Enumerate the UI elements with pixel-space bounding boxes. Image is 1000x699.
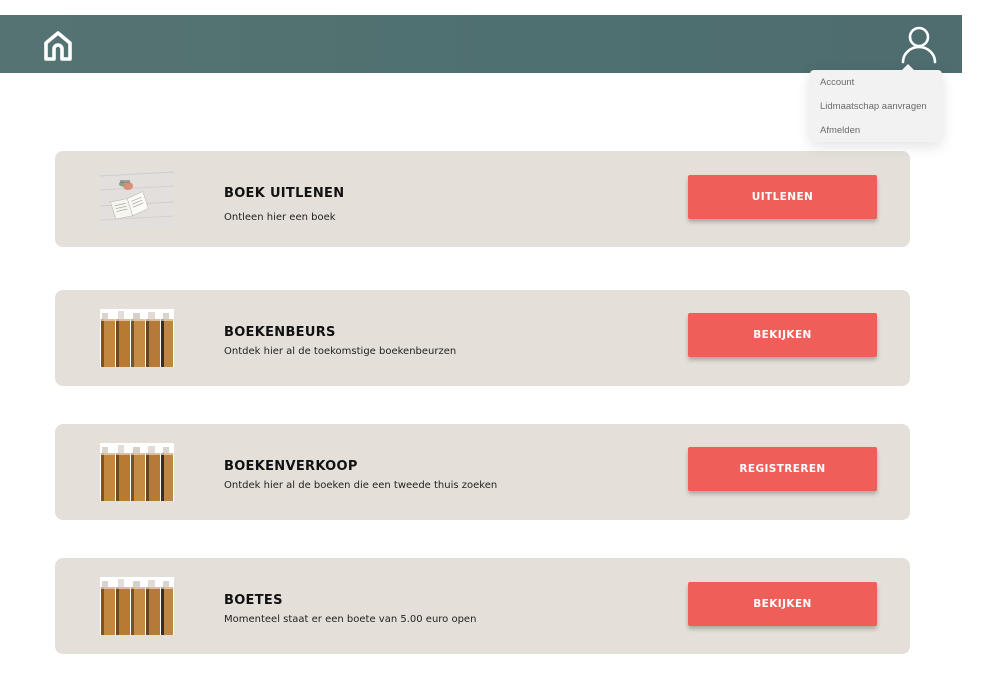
menu-item-logout[interactable]: Afmelden (820, 125, 860, 136)
card-book-fair: BOEKENBEURS Ontdek hier al de toekomstig… (55, 290, 910, 386)
menu-item-account[interactable]: Account (820, 77, 854, 88)
card-description: Momenteel staat er een boete van 5.00 eu… (224, 614, 477, 625)
top-nav-bar (0, 15, 962, 73)
card-book-sale: BOEKENVERKOOP Ontdek hier al de boeken d… (55, 424, 910, 520)
card-borrow-book: BOEK UITLENEN Ontleen hier een boek UITL… (55, 151, 910, 247)
card-description: Ontdek hier al de boeken die een tweede … (224, 480, 498, 491)
view-book-fairs-button[interactable]: BEKIJKEN (688, 313, 877, 357)
register-button[interactable]: REGISTREREN (688, 447, 877, 491)
user-dropdown-menu: Account Lidmaatschap aanvragen Afmelden (810, 64, 942, 142)
card-description: Ontleen hier een boek (224, 212, 336, 223)
open-book-photo (100, 170, 174, 228)
card-title: BOETES (224, 593, 283, 608)
card-title: BOEKENBEURS (224, 325, 336, 340)
borrow-button[interactable]: UITLENEN (688, 175, 877, 219)
card-fines: BOETES Momenteel staat er een boete van … (55, 558, 910, 654)
home-icon[interactable] (41, 28, 75, 62)
page: Account Lidmaatschap aanvragen Afmelden (0, 0, 1000, 699)
dropdown-caret (902, 64, 914, 70)
menu-item-membership[interactable]: Lidmaatschap aanvragen (820, 101, 927, 112)
card-description: Ontdek hier al de toekomstige boekenbeur… (224, 346, 457, 357)
card-title: BOEK UITLENEN (224, 186, 345, 201)
book-spines-photo (100, 309, 174, 367)
book-spines-photo (100, 577, 174, 635)
card-title: BOEKENVERKOOP (224, 459, 358, 474)
user-icon[interactable] (898, 23, 940, 65)
book-spines-photo (100, 443, 174, 501)
view-fines-button[interactable]: BEKIJKEN (688, 582, 877, 626)
